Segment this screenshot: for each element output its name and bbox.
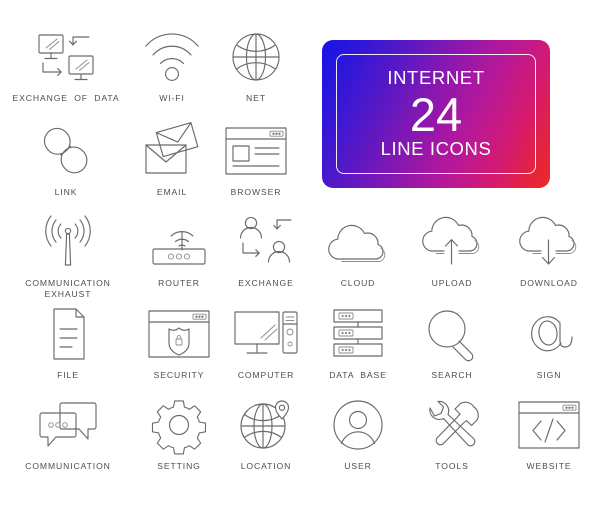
location-pin-globe-icon bbox=[230, 396, 302, 454]
icon-cell-website[interactable]: WEBSITE bbox=[498, 396, 600, 472]
icon-label: EXCHANGE bbox=[238, 278, 294, 288]
icon-label: BROWSER bbox=[230, 187, 282, 197]
icon-set-sheet: INTERNET 24 LINE ICONS EXCHANGE OF DATA … bbox=[0, 0, 600, 509]
icon-cell-tools[interactable]: TOOLS bbox=[406, 396, 498, 472]
banner-bottom-text: LINE ICONS bbox=[380, 138, 492, 160]
icon-label: WI-FI bbox=[159, 93, 185, 103]
icon-label: USER bbox=[344, 461, 372, 471]
cloud-upload-icon bbox=[416, 213, 488, 271]
icon-label: LINK bbox=[54, 187, 78, 197]
icon-cell-security[interactable]: SECURITY bbox=[136, 305, 222, 381]
cloud-icon bbox=[322, 213, 394, 271]
tools-hammer-wrench-icon bbox=[416, 396, 488, 454]
icon-cell-wifi[interactable]: WI-FI bbox=[132, 28, 212, 104]
icon-cell-sign[interactable]: SIGN bbox=[498, 305, 600, 381]
icon-cell-user[interactable]: USER bbox=[310, 396, 406, 472]
icon-label: TOOLS bbox=[435, 461, 469, 471]
icon-cell-file[interactable]: FILE bbox=[0, 305, 136, 381]
icon-label: SEARCH bbox=[431, 370, 473, 380]
icon-label: COMMUNICATION bbox=[25, 461, 111, 471]
icon-cell-router[interactable]: ROUTER bbox=[136, 213, 222, 299]
router-icon bbox=[143, 213, 215, 271]
communication-tower-icon bbox=[32, 213, 104, 271]
icon-label: WEBSITE bbox=[526, 461, 572, 471]
icon-row-3: COMMUNICATION EXHAUST ROUTER EXCHANGE CL… bbox=[0, 213, 600, 299]
icon-cell-link[interactable]: LINK bbox=[0, 122, 132, 198]
icon-row-2: LINK EMAIL BROWSER bbox=[0, 122, 300, 198]
icon-cell-computer[interactable]: COMPUTER bbox=[222, 305, 310, 381]
wifi-icon bbox=[136, 28, 208, 86]
icon-label: COMPUTER bbox=[237, 370, 295, 380]
icon-label: UPLOAD bbox=[431, 278, 473, 288]
at-sign-icon bbox=[513, 305, 585, 363]
icon-cell-communication-exhaust[interactable]: COMMUNICATION EXHAUST bbox=[0, 213, 136, 299]
browser-window-icon bbox=[220, 122, 292, 180]
icon-label: NET bbox=[246, 93, 266, 103]
icon-cell-location[interactable]: LOCATION bbox=[222, 396, 310, 472]
setting-gear-icon bbox=[143, 396, 215, 455]
icon-cell-upload[interactable]: UPLOAD bbox=[406, 213, 498, 299]
email-envelope-icon bbox=[136, 122, 208, 180]
icon-label: SIGN bbox=[536, 370, 562, 380]
promo-banner: INTERNET 24 LINE ICONS bbox=[322, 40, 550, 188]
cloud-download-icon bbox=[513, 213, 585, 271]
exchange-of-data-icon bbox=[30, 28, 102, 86]
icon-label: DOWNLOAD bbox=[520, 278, 578, 288]
icon-cell-net[interactable]: NET bbox=[212, 28, 300, 104]
icon-label: COMMUNICATION EXHAUST bbox=[25, 278, 111, 299]
icon-label: FILE bbox=[57, 370, 79, 380]
icon-cell-setting[interactable]: SETTING bbox=[136, 396, 222, 472]
banner-top-text: INTERNET bbox=[387, 67, 485, 89]
icon-label: DATA BASE bbox=[329, 370, 387, 380]
promo-banner-frame: INTERNET 24 LINE ICONS bbox=[336, 54, 536, 174]
website-code-icon bbox=[513, 396, 585, 454]
link-chain-icon bbox=[30, 122, 102, 180]
icon-row-5: COMMUNICATION SETTING LOCATION USER TOOL… bbox=[0, 396, 600, 472]
icon-label: LOCATION bbox=[240, 461, 292, 471]
icon-label: EMAIL bbox=[156, 187, 188, 197]
icon-cell-search[interactable]: SEARCH bbox=[406, 305, 498, 381]
exchange-users-icon bbox=[230, 213, 302, 271]
computer-desktop-icon bbox=[230, 305, 302, 363]
banner-count-number: 24 bbox=[409, 87, 463, 141]
icon-cell-exchange-of-data[interactable]: EXCHANGE OF DATA bbox=[0, 28, 132, 104]
icon-cell-browser[interactable]: BROWSER bbox=[212, 122, 300, 198]
user-avatar-icon bbox=[322, 396, 394, 454]
icon-cell-email[interactable]: EMAIL bbox=[132, 122, 212, 198]
icon-row-1: EXCHANGE OF DATA WI-FI NET bbox=[0, 28, 300, 104]
icon-label: SETTING bbox=[157, 461, 201, 471]
icon-cell-download[interactable]: DOWNLOAD bbox=[498, 213, 600, 299]
icon-row-4: FILE SECURITY COMPUTER DATA BASE SEARCH … bbox=[0, 305, 600, 381]
database-server-icon bbox=[322, 305, 394, 363]
icon-label: ROUTER bbox=[158, 278, 200, 288]
search-magnifier-icon bbox=[416, 305, 488, 363]
communication-chat-icon bbox=[32, 396, 104, 454]
icon-cell-exchange[interactable]: EXCHANGE bbox=[222, 213, 310, 299]
icon-cell-communication[interactable]: COMMUNICATION bbox=[0, 396, 136, 472]
icon-cell-cloud[interactable]: CLOUD bbox=[310, 213, 406, 299]
net-globe-icon bbox=[220, 28, 292, 86]
file-document-icon bbox=[32, 305, 104, 363]
icon-cell-database[interactable]: DATA BASE bbox=[310, 305, 406, 381]
icon-label: EXCHANGE OF DATA bbox=[12, 93, 120, 103]
security-shield-icon bbox=[143, 305, 215, 363]
icon-label: SECURITY bbox=[153, 370, 205, 380]
icon-label: CLOUD bbox=[340, 278, 376, 288]
